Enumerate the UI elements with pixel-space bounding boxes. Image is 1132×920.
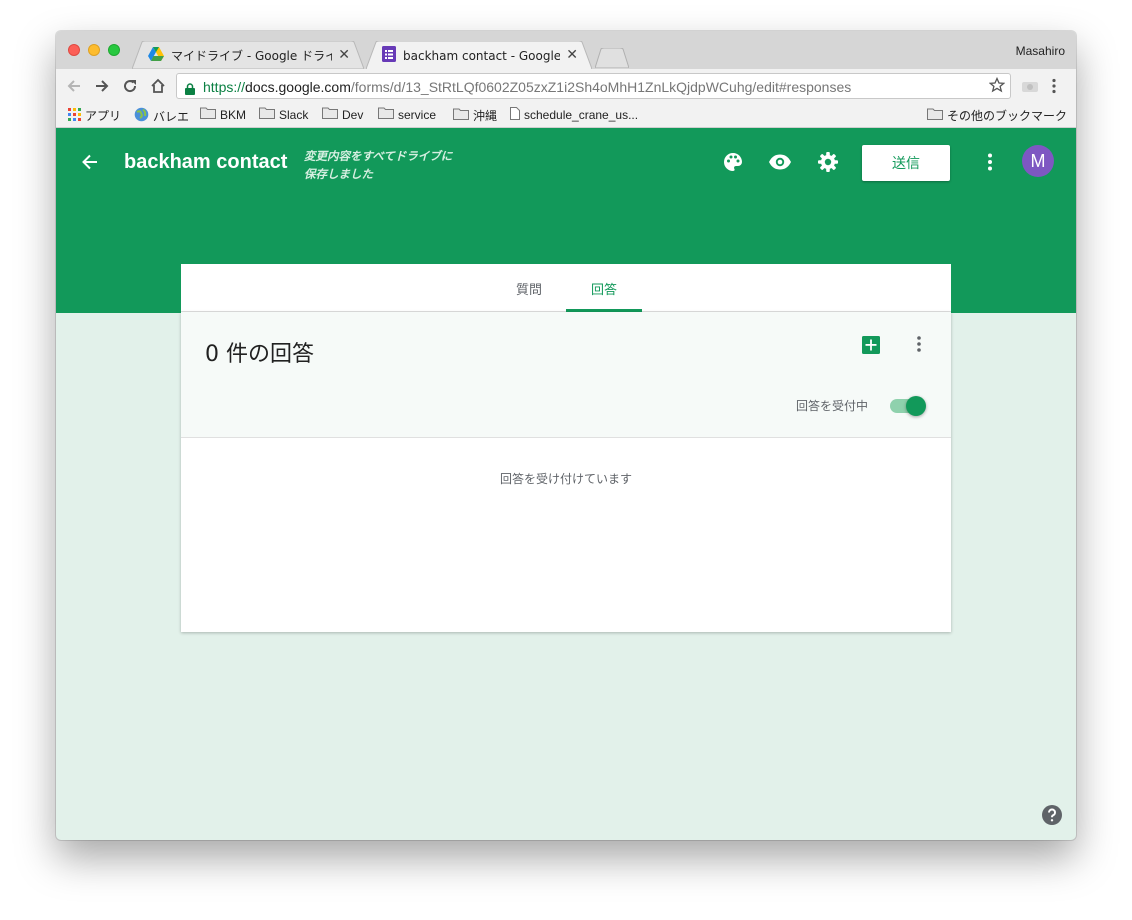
- more-options-icon[interactable]: [978, 150, 1002, 174]
- help-icon[interactable]: [1041, 804, 1063, 830]
- browser-menu-icon[interactable]: [1052, 78, 1056, 98]
- apps-grid-icon: [68, 107, 81, 124]
- tab-questions[interactable]: 質問: [491, 264, 567, 312]
- close-tab-icon[interactable]: ✕: [338, 47, 350, 63]
- accepting-responses-toggle[interactable]: [890, 394, 928, 416]
- send-button[interactable]: 送信: [862, 145, 950, 181]
- window-minimize-button[interactable]: [88, 44, 100, 56]
- reload-icon[interactable]: [120, 76, 140, 96]
- lock-icon: [185, 80, 195, 99]
- window-maximize-button[interactable]: [108, 44, 120, 56]
- profile-name[interactable]: Masahiro: [1016, 44, 1065, 58]
- form-title[interactable]: backham contact: [124, 151, 287, 174]
- browser-window: マイドライブ - Google ドライブ ✕ backham contact -…: [56, 31, 1076, 840]
- folder-icon: [259, 107, 275, 122]
- folder-icon: [200, 107, 216, 122]
- extension-icon[interactable]: [1021, 79, 1039, 98]
- address-bar[interactable]: https://docs.google.com/forms/d/13_StRtL…: [176, 73, 1011, 99]
- palette-icon[interactable]: [721, 150, 745, 174]
- url-text: https://docs.google.com/forms/d/13_StRtL…: [203, 79, 852, 95]
- avatar[interactable]: M: [1022, 145, 1054, 177]
- bookmark-dev[interactable]: Dev: [322, 107, 363, 122]
- settings-gear-icon[interactable]: [816, 150, 840, 174]
- spreadsheet-icon[interactable]: [861, 335, 881, 359]
- preview-eye-icon[interactable]: [768, 150, 792, 174]
- bookmarks-bar: アプリ バレエ BKM Slack Dev service 沖縄 schedul…: [56, 103, 1076, 128]
- bookmark-other[interactable]: その他のブックマーク: [926, 107, 1067, 124]
- tab-bar: マイドライブ - Google ドライブ ✕ backham contact -…: [56, 31, 1076, 69]
- bookmark-bkm[interactable]: BKM: [200, 107, 246, 122]
- bookmark-okinawa[interactable]: 沖縄: [453, 107, 497, 124]
- folder-icon: [322, 107, 338, 122]
- folder-icon: [378, 107, 394, 122]
- back-arrow-icon[interactable]: [64, 76, 84, 96]
- bookmark-service[interactable]: service: [378, 107, 436, 122]
- tab-responses[interactable]: 回答: [566, 264, 642, 312]
- folder-icon: [453, 108, 469, 123]
- responses-more-icon[interactable]: [916, 334, 922, 358]
- tab-label: backham contact - Google フォ: [403, 48, 561, 63]
- responses-header: 0 件の回答 回答を受付中: [181, 312, 951, 438]
- google-forms-icon: [382, 45, 396, 65]
- close-tab-icon[interactable]: ✕: [566, 47, 578, 63]
- globe-icon: [134, 107, 149, 125]
- bookmark-star-icon[interactable]: [988, 76, 1006, 97]
- tab-label: マイドライブ - Google ドライブ: [171, 48, 333, 63]
- responses-card: 0 件の回答 回答を受付中 回答を受け付けています: [181, 312, 951, 632]
- bookmark-slack[interactable]: Slack: [259, 107, 308, 122]
- window-close-button[interactable]: [68, 44, 80, 56]
- save-status: 変更内容をすべてドライブに 保存しました: [304, 149, 453, 181]
- form-tabs: 質問 回答: [181, 264, 951, 312]
- back-arrow-icon[interactable]: [80, 152, 100, 176]
- response-count: 0 件の回答: [205, 342, 314, 367]
- bookmark-ballet[interactable]: バレエ: [134, 107, 189, 125]
- browser-tab-drive[interactable]: マイドライブ - Google ドライブ ✕: [132, 41, 364, 69]
- folder-icon: [926, 108, 943, 123]
- home-icon[interactable]: [148, 76, 168, 96]
- google-drive-icon: [148, 46, 164, 64]
- page-icon: [510, 107, 520, 123]
- forward-arrow-icon[interactable]: [92, 76, 112, 96]
- browser-tab-forms[interactable]: backham contact - Google フォ ✕: [366, 41, 592, 69]
- bookmark-apps[interactable]: アプリ: [68, 107, 121, 124]
- bookmark-schedule[interactable]: schedule_crane_us...: [510, 107, 638, 123]
- accepting-status-message: 回答を受け付けています: [499, 472, 632, 486]
- browser-toolbar: https://docs.google.com/forms/d/13_StRtL…: [56, 69, 1076, 103]
- accepting-toggle-label: 回答を受付中: [796, 399, 869, 413]
